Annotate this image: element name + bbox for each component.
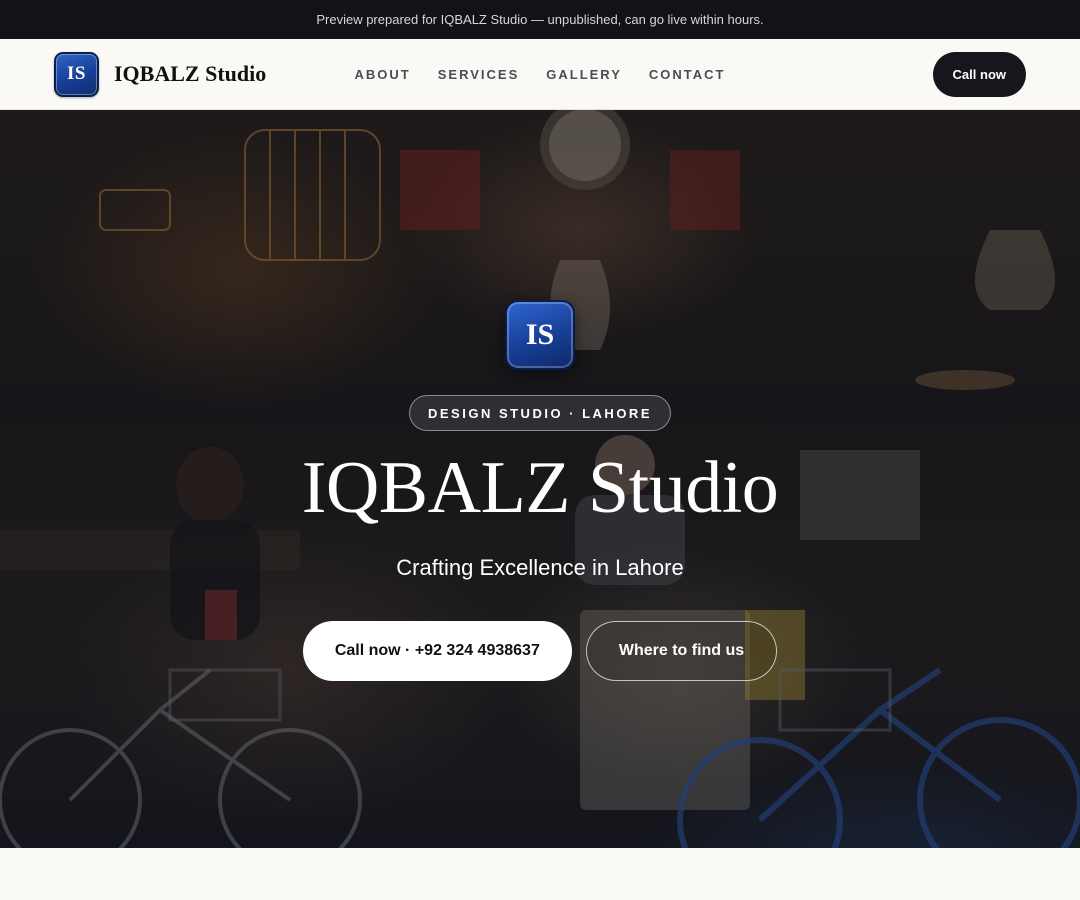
hero-tagline-pill: DESIGN STUDIO · LAHORE — [408, 395, 671, 431]
nav-link-gallery[interactable]: GALLERY — [546, 67, 622, 82]
preview-banner: Preview prepared for IQBALZ Studio — unp… — [0, 0, 1080, 39]
logo-badge: IS — [54, 51, 99, 97]
where-to-find-us-button[interactable]: Where to find us — [585, 621, 778, 681]
brand[interactable]: IS IQBALZ Studio — [54, 51, 267, 97]
hero-call-now-button[interactable]: Call now · +92 324 4938637 — [302, 621, 572, 681]
preview-banner-text: Preview prepared for IQBALZ Studio — unp… — [316, 12, 764, 27]
hero-buttons: Call now · +92 324 4938637 Where to find… — [302, 621, 778, 681]
nav-link-contact[interactable]: CONTACT — [649, 67, 726, 82]
nav-link-services[interactable]: SERVICES — [438, 67, 520, 82]
nav-link-about[interactable]: ABOUT — [355, 67, 411, 82]
hero-subtitle: Crafting Excellence in Lahore — [396, 555, 684, 580]
logo-initials: IS — [67, 63, 86, 84]
hero-content: IS DESIGN STUDIO · LAHORE IQBALZ Studio … — [0, 300, 1080, 681]
hero-title: IQBALZ Studio — [301, 447, 779, 529]
call-now-button[interactable]: Call now — [932, 51, 1026, 97]
next-section — [0, 848, 1080, 900]
hero-logo-badge: IS — [505, 300, 575, 370]
hero-logo-initials: IS — [525, 318, 555, 351]
hero-section: IS DESIGN STUDIO · LAHORE IQBALZ Studio … — [0, 110, 1080, 848]
brand-name: IQBALZ Studio — [114, 61, 267, 86]
navbar: IS IQBALZ Studio ABOUT SERVICES GALLERY … — [0, 39, 1080, 110]
